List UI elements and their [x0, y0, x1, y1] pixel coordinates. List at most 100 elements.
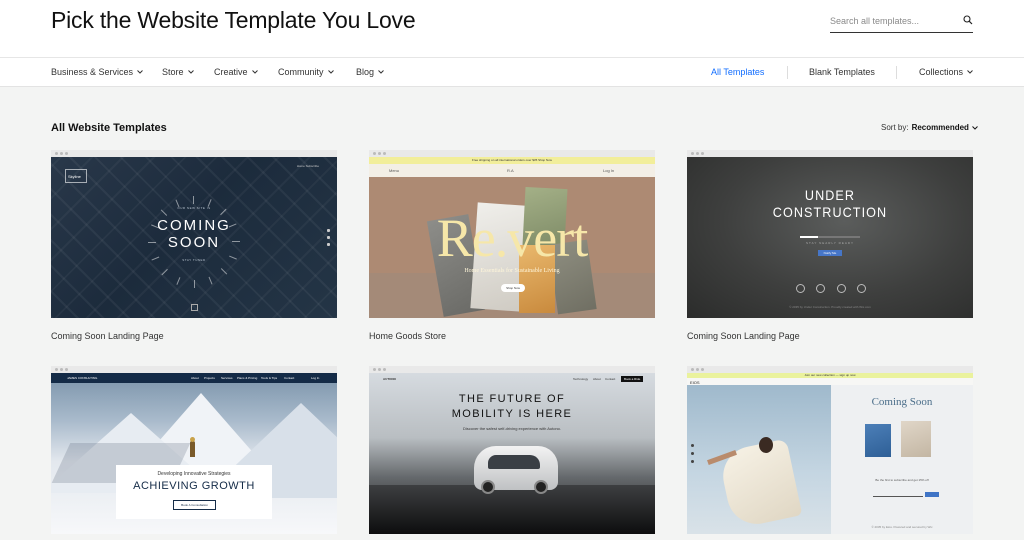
preview-heading: MOBILITY IS HERE — [451, 408, 573, 420]
nav-all-templates[interactable]: All Templates — [711, 67, 764, 77]
browser-bar — [369, 150, 655, 157]
template-thumbnail[interactable]: Skyline Home Subscribe OUR NEW SITE IS C… — [51, 150, 337, 318]
vehicle-image — [474, 446, 558, 494]
preview-kicker: Developing Innovative Strategies — [157, 471, 231, 477]
chevron-down-icon — [187, 70, 194, 74]
nav-label: Blog — [356, 67, 375, 77]
sort-label: Sort by: — [881, 123, 909, 132]
preview-footer: © 2035 by Under Construction. Proudly cr… — [789, 305, 871, 309]
preview-progress-bar — [800, 236, 860, 238]
preview-menu-item: Contact — [284, 376, 295, 380]
decorative-ray — [232, 241, 240, 242]
preview-caption: STAY NEARLY READY — [805, 241, 855, 245]
preview-footer: STAY TUNED — [182, 258, 206, 262]
preview-menu-item: Tools & Tips — [261, 376, 278, 380]
decorative-ray — [194, 280, 195, 288]
nav-label: Creative — [214, 67, 248, 77]
preview-shop-button: Shop Now — [501, 284, 525, 292]
nav-blank-templates[interactable]: Blank Templates — [809, 67, 875, 77]
template-thumbnail[interactable]: JAMES CONSULTING About Projects Services… — [51, 366, 337, 534]
browser-bar — [369, 366, 655, 373]
preview-menu-item: Projects — [204, 376, 215, 380]
nav-divider — [787, 66, 788, 79]
search-box[interactable] — [830, 12, 973, 33]
chevron-down-icon — [378, 70, 384, 74]
nav-creative[interactable]: Creative — [214, 67, 258, 77]
template-card[interactable]: Join our new collection — sign up now EI… — [687, 366, 973, 534]
preview-tagline: Home Essentials for Sustainable Living — [464, 268, 560, 274]
template-card[interactable]: UNDER CONSTRUCTION STAY NEARLY READY Not… — [687, 150, 973, 341]
template-name[interactable]: Coming Soon Landing Page — [687, 331, 800, 341]
template-thumbnail[interactable]: Join our new collection — sign up now EI… — [687, 366, 973, 534]
nav-label: Community — [278, 67, 324, 77]
template-card[interactable]: Skyline Home Subscribe OUR NEW SITE IS C… — [51, 150, 337, 341]
nav-blog[interactable]: Blog — [356, 67, 384, 77]
search-input[interactable] — [830, 13, 954, 29]
preview-promo: Free shipping on all international order… — [369, 157, 655, 164]
preview-login: Log In — [311, 376, 320, 380]
preview-footer: © 2035 by Eios. Powered and secured by W… — [871, 525, 933, 529]
nav-label: Collections — [919, 67, 964, 77]
chevron-down-icon — [251, 70, 258, 74]
category-nav: Business & Services Store Creative Commu… — [0, 58, 1024, 87]
preview-email-field — [873, 496, 923, 497]
preview-menu-item: Plans & Pricing — [237, 376, 258, 380]
preview-heading: Coming Soon — [871, 396, 933, 408]
template-thumbnail[interactable]: UNDER CONSTRUCTION STAY NEARLY READY Not… — [687, 150, 973, 318]
nav-business-services[interactable]: Business & Services — [51, 67, 143, 77]
preview-heading: COMING — [157, 217, 231, 234]
preview-heading: SOON — [167, 234, 221, 251]
template-name[interactable]: Home Goods Store — [369, 331, 446, 341]
preview-heading: ACHIEVING GROWTH — [133, 480, 255, 492]
template-thumbnail[interactable]: AUTONO Technology About Contact Book a R… — [369, 366, 655, 534]
nav-label: Business & Services — [51, 67, 134, 77]
page-title: Pick the Website Template You Love — [51, 7, 416, 33]
template-preview: Free shipping on all international order… — [369, 157, 655, 318]
social-icons — [327, 229, 330, 250]
preview-heading: CONSTRUCTION — [772, 204, 888, 220]
template-name[interactable]: Coming Soon Landing Page — [51, 331, 164, 341]
chevron-down-icon — [327, 70, 334, 74]
template-preview: Join our new collection — sign up now EI… — [687, 373, 973, 534]
chevron-down-icon — [972, 125, 978, 130]
preview-notify-button: Notify Me — [818, 250, 842, 256]
preview-menu-item: Technology — [573, 377, 589, 381]
template-preview: UNDER CONSTRUCTION STAY NEARLY READY Not… — [687, 157, 973, 318]
preview-button: Book A Consultation — [173, 500, 216, 510]
chevron-down-icon — [967, 70, 973, 74]
preview-promo: Join our new collection — sign up now — [687, 373, 973, 378]
nav-collections[interactable]: Collections — [919, 67, 973, 77]
preview-logo: JAMES CONSULTING — [67, 376, 98, 380]
preview-cta: Book a Ride — [621, 376, 644, 382]
template-thumbnail[interactable]: Free shipping on all international order… — [369, 150, 655, 318]
preview-login: Log In — [603, 168, 615, 173]
hiker-figure — [190, 437, 195, 457]
nav-label: Blank Templates — [809, 67, 875, 77]
template-card[interactable]: JAMES CONSULTING About Projects Services… — [51, 366, 337, 534]
decorative-ray — [193, 196, 194, 204]
preview-menu-item: Contact — [605, 377, 616, 381]
nav-community[interactable]: Community — [278, 67, 334, 77]
search-icon[interactable] — [963, 15, 973, 25]
preview-logo: AUTONO — [383, 377, 396, 381]
template-preview: AUTONO Technology About Contact Book a R… — [369, 373, 655, 534]
nav-label: Store — [162, 67, 184, 77]
browser-bar — [687, 366, 973, 373]
sort-value: Recommended — [911, 123, 969, 132]
decorative-ray — [148, 242, 156, 243]
chevron-down-icon — [137, 70, 143, 74]
sort-dropdown[interactable]: Sort by: Recommended — [881, 123, 978, 132]
preview-logo: EIOS — [690, 380, 700, 385]
preview-menu-item: About — [191, 376, 199, 380]
template-card[interactable]: Free shipping on all international order… — [369, 150, 655, 341]
preview-photo — [687, 385, 831, 534]
nav-label: All Templates — [711, 67, 765, 77]
preview-menubar: Menu R.A Log In — [369, 164, 655, 177]
top-header: Pick the Website Template You Love — [0, 0, 1024, 58]
preview-menu: Home Subscribe — [296, 164, 319, 168]
preview-kicker: OUR NEW SITE IS — [177, 206, 211, 210]
nav-store[interactable]: Store — [162, 67, 194, 77]
preview-subtitle: Discover the safest self-driving experie… — [462, 426, 562, 431]
preview-heading: THE FUTURE OF — [458, 393, 566, 405]
template-card[interactable]: AUTONO Technology About Contact Book a R… — [369, 366, 655, 534]
